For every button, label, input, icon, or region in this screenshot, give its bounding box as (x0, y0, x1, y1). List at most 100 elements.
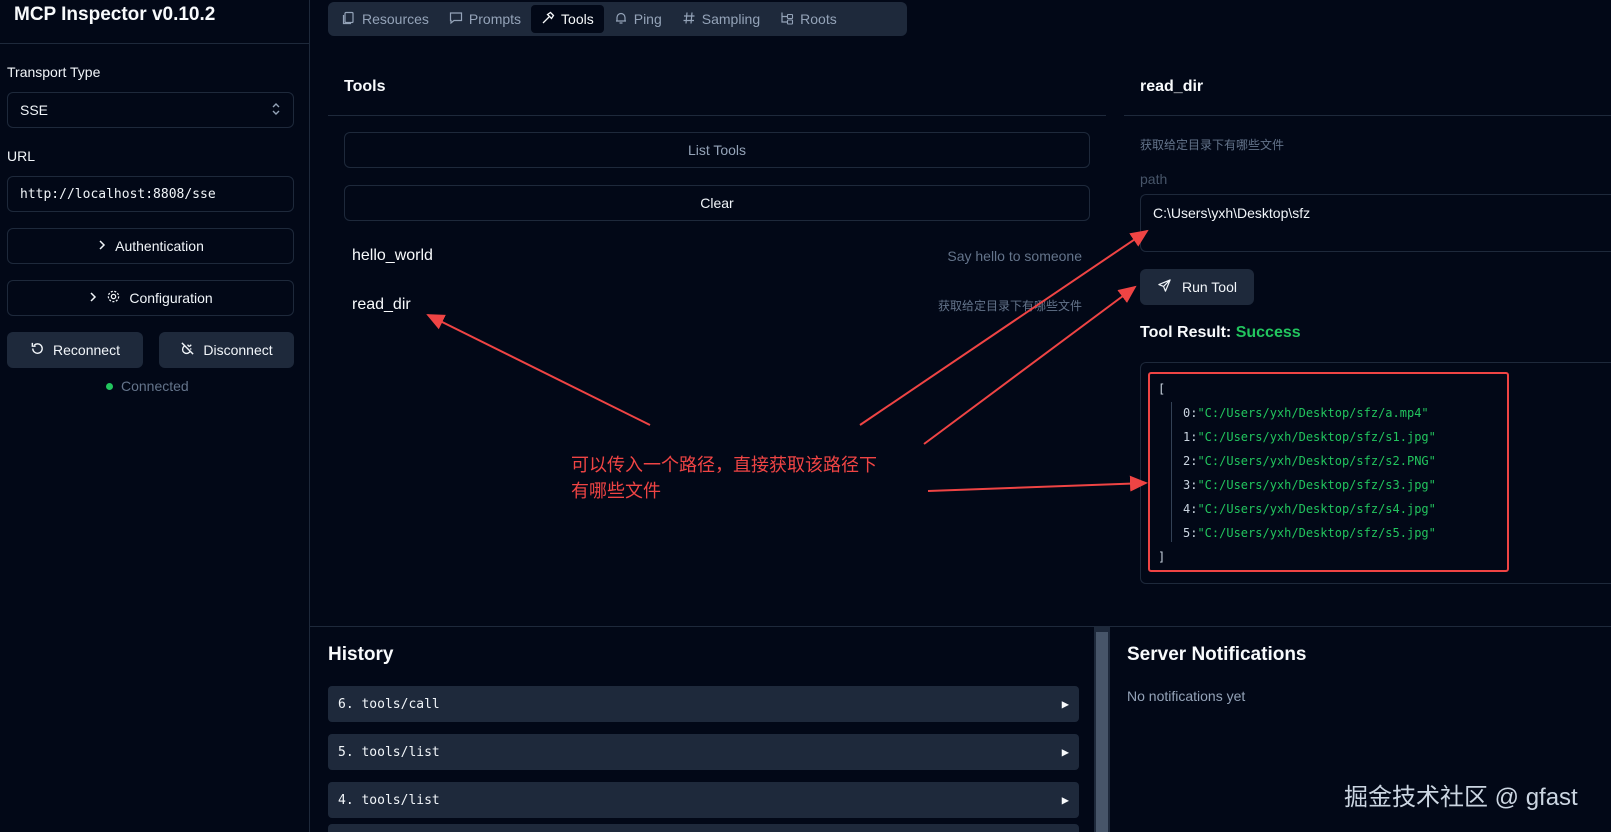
path-input[interactable]: C:\Users\yxh\Desktop\sfz (1140, 194, 1611, 252)
transport-type-label: Transport Type (7, 64, 101, 80)
json-value: "C:/Users/yxh/Desktop/sfz/s3.jpg" (1197, 478, 1436, 492)
configuration-button[interactable]: Configuration (7, 280, 294, 316)
tool-name: hello_world (352, 247, 433, 264)
json-entry: 0:"C:/Users/yxh/Desktop/sfz/a.mp4" (1183, 406, 1429, 420)
tool-description: 获取给定目录下有哪些文件 (937, 298, 1082, 313)
play-icon: ▶ (1061, 793, 1069, 807)
status-dot-icon (106, 382, 113, 390)
tab-sampling[interactable]: Sampling (672, 5, 770, 33)
json-entry: 2:"C:/Users/yxh/Desktop/sfz/s2.PNG" (1183, 454, 1436, 468)
folder-tree-icon (780, 11, 794, 28)
json-entry: 1:"C:/Users/yxh/Desktop/sfz/s1.jpg" (1183, 430, 1436, 444)
unplug-icon (180, 341, 195, 359)
list-tools-button[interactable]: List Tools (344, 132, 1090, 168)
play-icon: ▶ (1061, 697, 1069, 711)
chevron-up-down-icon (271, 102, 281, 119)
json-index: 0: (1183, 406, 1198, 420)
watermark: 掘金技术社区 @ gfast (1344, 784, 1578, 811)
tab-label: Prompts (468, 11, 522, 27)
tool-item-hello-world[interactable]: hello_world Say hello to someone (344, 236, 1090, 276)
send-icon (1157, 278, 1172, 296)
connection-status: Connected (106, 378, 189, 394)
hammer-icon (541, 11, 555, 28)
bottom-pane-divider (310, 626, 1611, 627)
authentication-button[interactable]: Authentication (7, 228, 294, 264)
tab-label: Ping (633, 11, 662, 27)
play-icon: ▶ (1061, 745, 1069, 759)
tool-result-heading: Tool Result: Success (1140, 324, 1301, 342)
annotation-highlight-box (1148, 372, 1509, 572)
message-square-icon (449, 11, 463, 28)
tools-panel-title: Tools (344, 78, 386, 95)
history-scrollbar-thumb[interactable] (1096, 632, 1108, 832)
tool-detail-divider (1124, 115, 1611, 116)
tool-result-label: Tool Result: (1140, 324, 1232, 341)
json-entry: 4:"C:/Users/yxh/Desktop/sfz/s4.jpg" (1183, 502, 1436, 516)
json-value: "C:/Users/yxh/Desktop/sfz/s4.jpg" (1197, 502, 1436, 516)
json-entry: 5:"C:/Users/yxh/Desktop/sfz/s5.jpg" (1183, 526, 1436, 540)
tool-name: read_dir (352, 296, 411, 313)
json-value: "C:/Users/yxh/Desktop/sfz/s1.jpg" (1197, 430, 1436, 444)
url-input[interactable]: http://localhost:8808/sse (7, 176, 294, 212)
history-item-label: 4. tools/list (338, 792, 440, 808)
history-item[interactable] (328, 824, 1079, 832)
arrow-to-result (927, 475, 1148, 492)
run-tool-button[interactable]: Run Tool (1140, 269, 1254, 305)
run-tool-label: Run Tool (1181, 279, 1237, 295)
bell-icon (614, 11, 628, 28)
sidebar-divider (0, 43, 310, 44)
transport-type-value: SSE (20, 102, 49, 118)
json-index: 3: (1183, 478, 1198, 492)
tab-label: Resources (362, 11, 429, 27)
reconnect-label: Reconnect (53, 342, 120, 358)
tools-header-divider (328, 115, 1106, 116)
json-index: 1: (1183, 430, 1198, 444)
json-open-bracket: [ (1158, 382, 1166, 396)
chevron-right-icon (97, 238, 107, 254)
json-value: "C:/Users/yxh/Desktop/sfz/a.mp4" (1197, 406, 1429, 420)
history-item[interactable]: 4. tools/list ▶ (328, 782, 1079, 818)
history-item-label: 6. tools/call (338, 696, 440, 712)
gear-icon (106, 289, 121, 307)
sidebar: MCP Inspector v0.10.2 Transport Type SSE… (0, 0, 310, 832)
url-label: URL (7, 148, 36, 164)
tab-tools[interactable]: Tools (531, 5, 604, 33)
json-index: 2: (1183, 454, 1198, 468)
json-indent-guide (1171, 402, 1172, 542)
notifications-title: Server Notifications (1127, 644, 1307, 665)
history-item[interactable]: 5. tools/list ▶ (328, 734, 1079, 770)
authentication-label: Authentication (115, 238, 204, 254)
arrow-to-read-dir (426, 314, 651, 426)
tool-detail-title: read_dir (1140, 78, 1204, 95)
files-icon (342, 11, 356, 28)
clear-button[interactable]: Clear (344, 185, 1090, 221)
json-index: 4: (1183, 502, 1198, 516)
transport-type-select[interactable]: SSE (7, 92, 294, 128)
tab-resources[interactable]: Resources (332, 5, 439, 33)
path-label: path (1140, 171, 1168, 187)
app-title: MCP Inspector v0.10.2 (14, 4, 216, 25)
history-item[interactable]: 6. tools/call ▶ (328, 686, 1079, 722)
tool-item-read-dir[interactable]: read_dir 获取给定目录下有哪些文件 (344, 285, 1090, 325)
disconnect-button[interactable]: Disconnect (159, 332, 294, 368)
json-close-bracket: ] (1158, 550, 1166, 564)
reconnect-button[interactable]: Reconnect (7, 332, 143, 368)
tab-label: Tools (561, 11, 594, 27)
hash-icon (682, 11, 696, 28)
configuration-label: Configuration (129, 290, 213, 306)
json-value: "C:/Users/yxh/Desktop/sfz/s2.PNG" (1197, 454, 1436, 468)
history-item-label: 5. tools/list (338, 744, 440, 760)
tool-description: Say hello to someone (947, 248, 1082, 264)
json-entry: 3:"C:/Users/yxh/Desktop/sfz/s3.jpg" (1183, 478, 1436, 492)
tab-prompts[interactable]: Prompts (439, 5, 531, 33)
annotation-line-2: 有哪些文件 (571, 481, 661, 501)
chevron-right-icon (88, 290, 98, 306)
connection-status-text: Connected (121, 378, 189, 394)
tab-roots[interactable]: Roots (770, 5, 847, 33)
json-index: 5: (1183, 526, 1198, 540)
tab-ping[interactable]: Ping (604, 5, 672, 33)
tab-label: Roots (800, 11, 837, 27)
tool-result-status: Success (1235, 324, 1301, 341)
rotate-ccw-icon (30, 341, 45, 359)
annotation-line-1: 可以传入一个路径，直接获取该路径下 (571, 455, 877, 475)
